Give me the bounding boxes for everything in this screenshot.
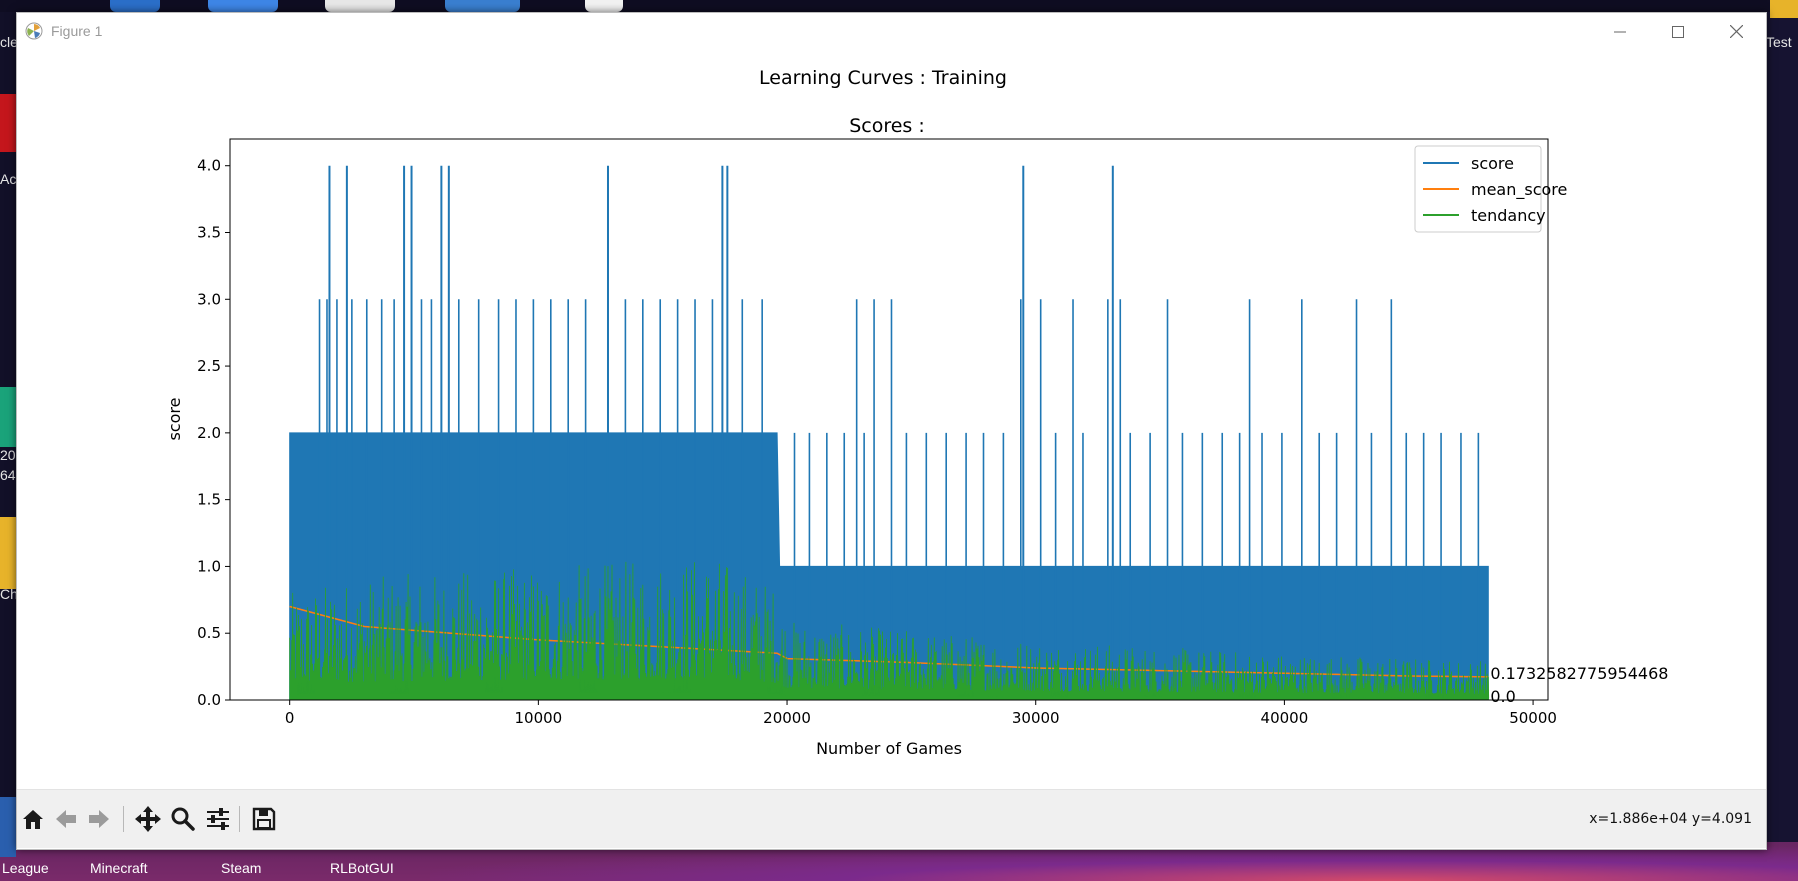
close-button[interactable] [1707,13,1765,50]
configure-subplots-button[interactable] [202,803,234,835]
desktop-shortcut-icon[interactable] [445,0,520,12]
desktop-shortcut-icon[interactable] [1770,0,1798,18]
x-axis-label: Number of Games [816,739,962,758]
desktop-shortcut-icon[interactable] [585,0,623,12]
legend-label: tendancy [1471,206,1546,225]
desktop-right-strip [1762,0,1798,842]
cursor-coordinates: x=1.886e+04 y=4.091 [1589,811,1752,827]
desktop-shortcut-icon[interactable] [325,0,395,12]
desktop-right-label: Test [1766,34,1792,50]
y-tick-label: 0.0 [197,691,221,709]
x-tick-label: 40000 [1261,709,1309,727]
desktop-left-strip [0,12,16,857]
arrow-left-icon [56,810,76,828]
legend: score mean_score tendancy [1414,145,1567,233]
window-title: Figure 1 [51,23,103,39]
y-tick-label: 1.0 [197,557,221,575]
league-desktop-icon[interactable] [0,797,16,857]
y-tick-label: 2.0 [197,424,221,442]
desktop-shortcut-icon[interactable] [110,0,160,12]
home-icon [23,810,43,829]
toolbar-separator [123,806,124,832]
x-tick-label: 30000 [1012,709,1060,727]
zoom-button[interactable] [167,803,199,835]
magnifier-icon [171,807,195,831]
y-tick-label: 2.5 [197,357,221,375]
taskbar-label-minecraft[interactable]: Minecraft [90,860,148,876]
chrome-desktop-icon[interactable] [0,517,16,589]
toolbar-separator [239,806,240,832]
maximize-button[interactable] [1649,13,1707,50]
acrobat-desktop-icon[interactable] [0,94,16,152]
x-tick-label: 0 [285,709,295,727]
figure-window: Figure 1 Learning Curves : Training Scor… [16,12,1767,850]
x-tick-label: 20000 [763,709,811,727]
app-desktop-icon[interactable] [0,387,16,447]
minimize-button[interactable] [1591,13,1649,50]
pan-button[interactable] [132,803,164,835]
legend-label: mean_score [1471,180,1567,200]
desktop-left-label: 64 [0,467,16,483]
maximize-icon [1672,25,1684,38]
y-tick-label: 1.5 [197,491,221,509]
y-tick-label: 3.5 [197,224,221,242]
arrow-right-icon [89,810,109,828]
taskbar-label-rlbotgui[interactable]: RLBotGUI [330,860,394,876]
sliders-icon [207,808,229,830]
desktop-top-strip [0,0,1798,12]
chart-svg[interactable]: Learning Curves : Training Scores : 0 100… [17,50,1766,789]
minimize-icon [1614,31,1626,32]
taskbar-label-league[interactable]: League [2,860,49,876]
floppy-disk-icon [252,807,276,831]
wallpaper-glow [430,845,1798,881]
navigation-toolbar: x=1.886e+04 y=4.091 [17,789,1766,848]
subplot-title: Scores : [849,115,925,137]
value-annotation: 0.1732582775954468 [1490,664,1668,683]
move-icon [135,806,161,832]
taskbar-label-steam[interactable]: Steam [221,860,261,876]
forward-button[interactable] [83,803,115,835]
desktop-left-label: Ac [0,171,17,187]
desktop-shortcut-icon[interactable] [208,0,278,12]
y-tick-label: 0.5 [197,624,221,642]
back-button[interactable] [50,803,82,835]
y-axis-label: score [165,398,184,441]
desktop-left-label: 20 [0,447,16,463]
x-tick-label: 50000 [1509,709,1557,727]
legend-label: score [1471,154,1514,173]
window-titlebar[interactable]: Figure 1 [17,13,1766,50]
value-annotation: 0.0 [1490,687,1515,706]
close-icon [1729,25,1743,38]
x-tick-label: 10000 [515,709,563,727]
figure-suptitle: Learning Curves : Training [759,67,1007,89]
y-tick-label: 3.0 [197,290,221,308]
y-tick-label: 4.0 [197,157,221,175]
home-button[interactable] [17,803,49,835]
save-button[interactable] [248,803,280,835]
matplotlib-icon [25,22,43,40]
figure-canvas[interactable]: Learning Curves : Training Scores : 0 100… [17,50,1766,789]
